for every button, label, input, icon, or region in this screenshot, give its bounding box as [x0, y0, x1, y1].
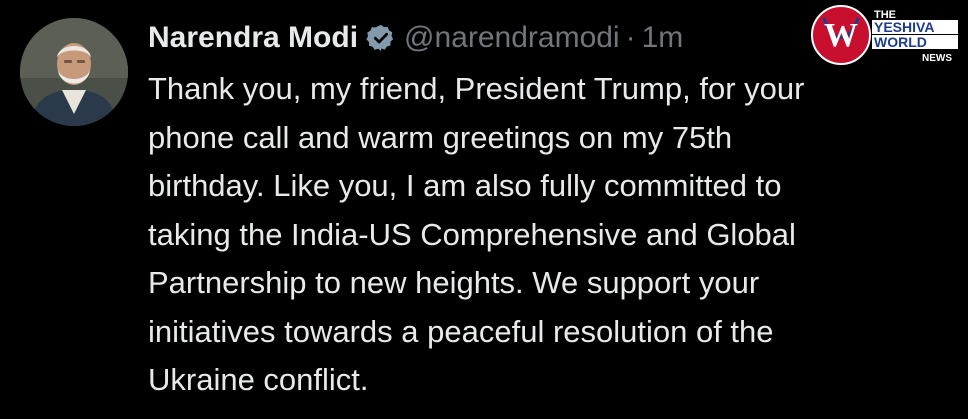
tweet-text-line: Partnership to new heights. We support y… [148, 265, 760, 300]
logo-text-yeshiva: YESHIVA [874, 19, 934, 35]
tweet-text-line: taking the India-US Comprehensive and Gl… [148, 216, 796, 252]
logo-text-news: NEWS [922, 53, 952, 64]
verified-badge-icon [366, 23, 396, 53]
author-name[interactable]: Narendra Modi [148, 18, 358, 58]
logo-letter: W [824, 17, 858, 54]
tweet-text-line: initiatives towards a peaceful resolutio… [148, 313, 774, 349]
tweet-text-line: Ukraine conflict. [148, 362, 369, 397]
author-handle[interactable]: @narendramodi [404, 18, 620, 58]
avatar[interactable] [20, 18, 128, 126]
tweet-text: Thank you, my friend, President Trump, f… [148, 65, 938, 405]
avatar-image [20, 18, 128, 126]
timestamp[interactable]: 1m [642, 18, 684, 58]
tweet-text-line: phone call and warm greetings on my 75th [148, 119, 733, 155]
tweet-text-line: birthday. Like you, I am also fully comm… [148, 168, 782, 203]
tweet-card[interactable]: Narendra Modi @narendramodi · 1m Thank y… [0, 0, 968, 419]
logo-text-world: WORLD [874, 34, 927, 50]
tweet-text-line: Thank you, my friend, President Trump, f… [148, 71, 805, 106]
tweet-header: Narendra Modi @narendramodi · 1m [148, 18, 683, 58]
yeshiva-world-news-logo: W THE YESHIVA WORLD NEWS [810, 4, 962, 66]
separator-dot: · [625, 21, 636, 54]
